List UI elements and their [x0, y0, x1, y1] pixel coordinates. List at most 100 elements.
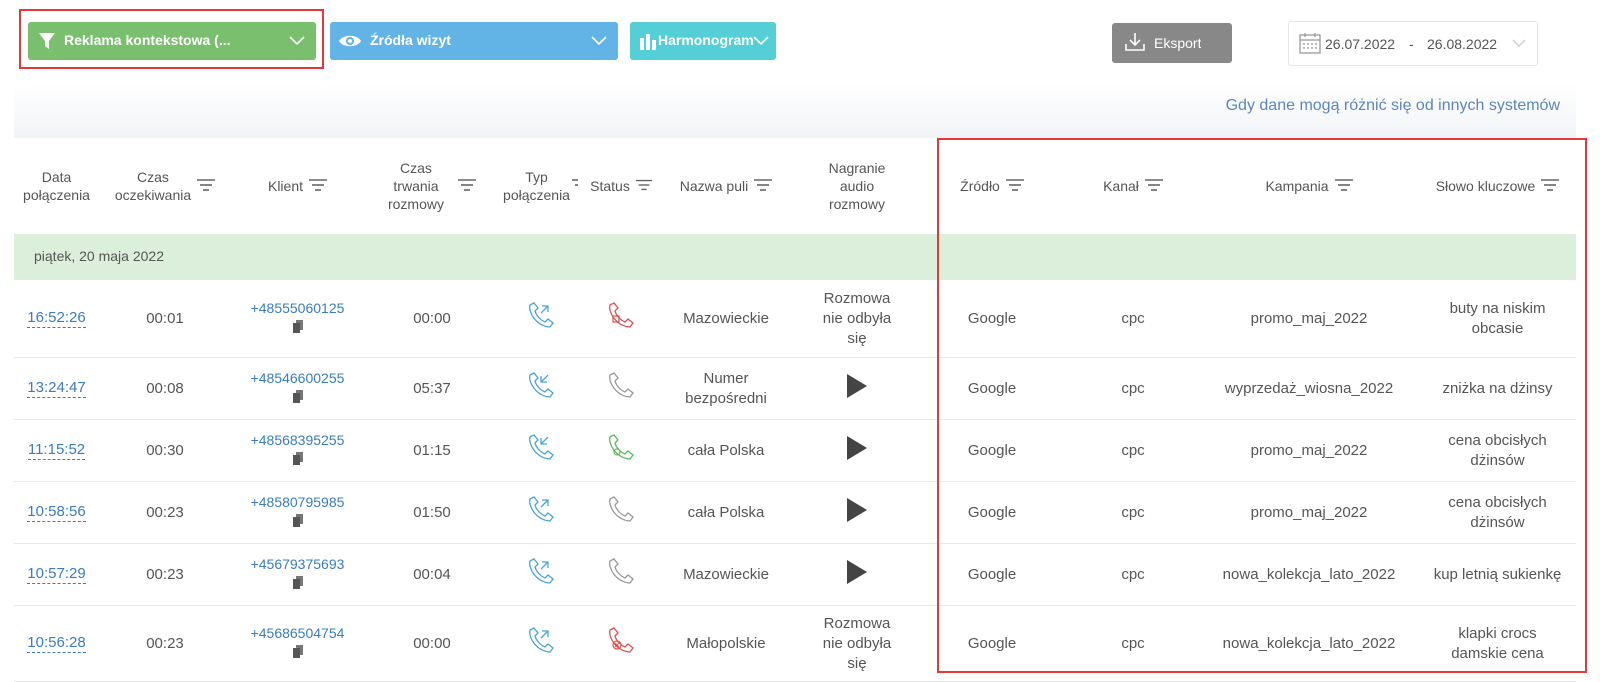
call-time-link[interactable]: 10:58:56: [27, 503, 86, 522]
schedule-dropdown[interactable]: Harmonogram: [630, 22, 776, 60]
calendar-icon: [1299, 32, 1321, 57]
col-header-campaign[interactable]: Kampania: [1204, 138, 1414, 234]
play-icon[interactable]: [846, 373, 868, 405]
duration-value: 01:50: [413, 503, 451, 521]
filter-dropdown[interactable]: Reklama kontekstowa (...: [28, 22, 316, 60]
col-header-wait[interactable]: Czas oczekiwania: [100, 138, 230, 234]
cell-type: [498, 606, 583, 681]
filter-icon[interactable]: [1541, 177, 1560, 195]
column-separator: [921, 280, 923, 357]
column-separator: [1203, 420, 1205, 481]
filter-icon[interactable]: [309, 177, 328, 195]
column-separator: [1062, 606, 1064, 681]
client-phone-link[interactable]: +45686504754: [251, 624, 345, 642]
cell-source: Google: [922, 280, 1062, 357]
cell-channel: cpc: [1063, 544, 1203, 605]
call-time-link[interactable]: 13:24:47: [27, 379, 86, 398]
table-row: 13:24:47 00:08 +48546600255 05:37 Numer bezp…: [14, 358, 1576, 420]
client-phone-link[interactable]: +45679375693: [251, 555, 345, 573]
column-separator: [793, 280, 795, 357]
client-phone-link[interactable]: +48555060125: [251, 299, 345, 317]
call-time-link[interactable]: 10:56:28: [27, 634, 86, 653]
wait-value: 00:23: [146, 565, 184, 583]
filter-icon[interactable]: [1005, 177, 1024, 195]
outgoing-call-icon: [526, 626, 556, 661]
cell-keyword: buty na niskim obcasie: [1415, 280, 1580, 357]
column-separator: [793, 606, 795, 681]
filter-icon[interactable]: [754, 177, 773, 195]
play-icon[interactable]: [846, 435, 868, 467]
chevron-down-icon: [1511, 36, 1527, 52]
cell-status: [584, 420, 658, 481]
table-row: 11:15:52 00:30 +48568395255 01:15 cała Polsk…: [14, 420, 1576, 482]
channel-value: cpc: [1121, 309, 1145, 327]
filter-icon[interactable]: [458, 177, 476, 195]
col-header-channel[interactable]: Kanał: [1063, 138, 1203, 234]
column-separator: [497, 420, 499, 481]
column-separator: [229, 482, 231, 543]
copy-icon[interactable]: [292, 575, 303, 595]
cell-duration: 00:00: [366, 280, 498, 357]
col-header-duration[interactable]: Czas trwania rozmowy: [366, 138, 498, 234]
data-discrepancy-link[interactable]: Gdy dane mogą różnić się od innych syste…: [1226, 97, 1560, 115]
play-icon[interactable]: [846, 559, 868, 591]
column-separator: [365, 544, 367, 605]
col-header-pool[interactable]: Nazwa puli: [659, 138, 793, 234]
column-separator: [99, 420, 101, 481]
col-header-source[interactable]: Źródło: [922, 138, 1062, 234]
column-separator: [1414, 482, 1416, 543]
cell-keyword: klapki crocs damskie cena: [1415, 606, 1580, 681]
cell-wait: 00:08: [100, 358, 230, 419]
copy-icon[interactable]: [292, 513, 303, 533]
filter-label: Reklama kontekstowa (...: [64, 32, 231, 48]
keyword-value: cena obcisłych dżinsów: [1448, 431, 1547, 469]
column-separator: [1062, 544, 1064, 605]
filter-icon[interactable]: [635, 177, 652, 195]
download-icon: [1124, 32, 1146, 55]
column-separator: [365, 420, 367, 481]
cell-channel: cpc: [1063, 420, 1203, 481]
copy-icon[interactable]: [292, 451, 303, 471]
column-separator: [1062, 358, 1064, 419]
column-separator: [583, 358, 585, 419]
filter-icon[interactable]: [571, 177, 578, 195]
call-time-link[interactable]: 10:57:29: [27, 565, 86, 584]
cell-duration: 00:00: [366, 606, 498, 681]
copy-icon[interactable]: [292, 389, 303, 409]
col-header-status[interactable]: Status: [584, 138, 658, 234]
column-separator: [1203, 606, 1205, 681]
table-row: 10:57:29 00:23 +45679375693 00:04 Mazowiecki…: [14, 544, 1576, 606]
cell-wait: 00:01: [100, 280, 230, 357]
filter-icon[interactable]: [197, 177, 216, 195]
copy-icon[interactable]: [292, 644, 303, 664]
client-phone-link[interactable]: +48546600255: [251, 369, 345, 387]
cell-source: Google: [922, 544, 1062, 605]
column-separator: [658, 420, 660, 481]
call-time-link[interactable]: 16:52:26: [27, 309, 86, 328]
column-separator: [658, 358, 660, 419]
client-phone-link[interactable]: +48568395255: [251, 431, 345, 449]
export-button[interactable]: Eksport: [1112, 23, 1232, 63]
cell-source: Google: [922, 420, 1062, 481]
copy-icon[interactable]: [292, 319, 303, 339]
cell-campaign: promo_maj_2022: [1204, 280, 1414, 357]
col-header-keyword[interactable]: Słowo kluczowe: [1415, 138, 1580, 234]
source-value: Google: [967, 441, 1017, 459]
call-time-link[interactable]: 11:15:52: [27, 441, 86, 460]
filter-icon[interactable]: [1144, 177, 1163, 195]
client-phone-link[interactable]: +48580795985: [251, 493, 345, 511]
cell-campaign: nowa_kolekcja_lato_2022: [1204, 544, 1414, 605]
table-row: 10:56:28 00:23 +45686504754 00:00 Małopolski…: [14, 606, 1576, 682]
play-icon[interactable]: [846, 497, 868, 529]
column-separator: [1203, 280, 1205, 357]
cell-status: [584, 482, 658, 543]
col-header-type[interactable]: Typ połączenia: [498, 138, 583, 234]
col-header-client[interactable]: Klient: [230, 138, 365, 234]
filter-icon[interactable]: [1334, 177, 1353, 195]
cell-keyword: kup letnią sukienkę: [1415, 544, 1580, 605]
sources-dropdown[interactable]: Źródła wizyt: [330, 22, 618, 60]
column-separator: [1203, 482, 1205, 543]
cell-source: Google: [922, 358, 1062, 419]
col-header-date[interactable]: Data połączenia: [14, 138, 99, 234]
date-range-picker[interactable]: 26.07.2022 - 26.08.2022: [1288, 21, 1538, 66]
